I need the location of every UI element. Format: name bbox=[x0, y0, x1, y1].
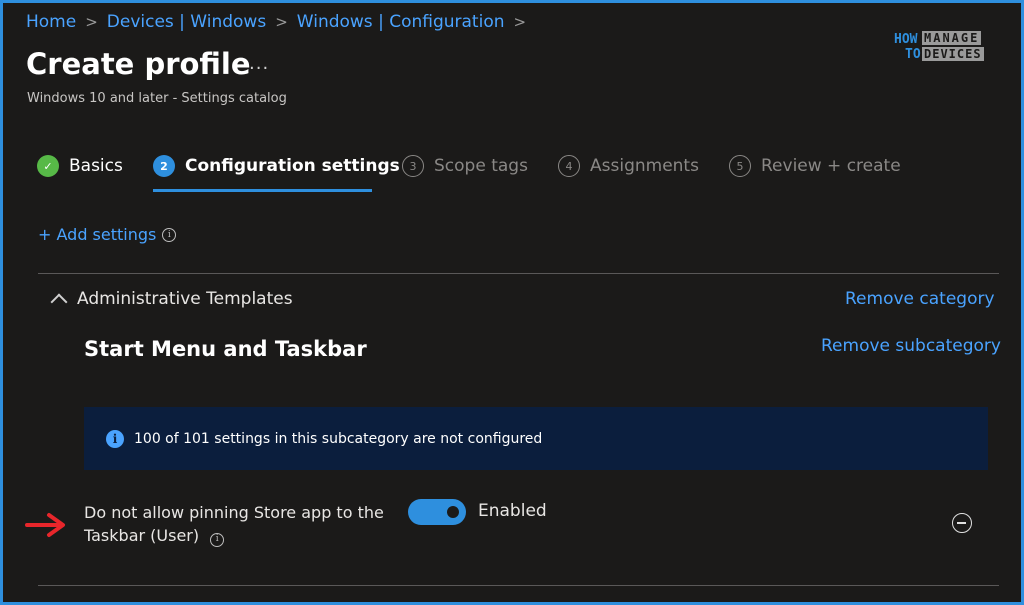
portal-frame: Home > Devices | Windows > Windows | Con… bbox=[0, 0, 1024, 605]
subcategory-title: Start Menu and Taskbar bbox=[84, 337, 367, 361]
breadcrumb-windows-configuration[interactable]: Windows | Configuration bbox=[297, 12, 505, 32]
step-number-badge: 5 bbox=[729, 155, 751, 177]
setting-label-line1: Do not allow pinning Store app to the bbox=[84, 503, 384, 522]
tab-configuration-settings[interactable]: 2 Configuration settings bbox=[153, 155, 400, 177]
logo-to: TO bbox=[905, 47, 921, 62]
tab-scope-tags[interactable]: 3 Scope tags bbox=[402, 155, 528, 177]
toggle-knob bbox=[447, 506, 459, 518]
breadcrumb-devices-windows[interactable]: Devices | Windows bbox=[107, 12, 266, 32]
info-banner-text: 100 of 101 settings in this subcategory … bbox=[134, 430, 543, 447]
category-header[interactable]: Administrative Templates bbox=[50, 289, 293, 311]
info-icon: i bbox=[106, 429, 124, 448]
page-subtitle: Windows 10 and later - Settings catalog bbox=[27, 91, 287, 106]
step-label: Basics bbox=[69, 156, 123, 176]
chevron-right-icon: > bbox=[513, 13, 527, 31]
setting-label-line2: Taskbar (User) bbox=[84, 526, 200, 545]
tab-review-create[interactable]: 5 Review + create bbox=[729, 155, 901, 177]
more-options-button[interactable]: ... bbox=[249, 53, 269, 74]
breadcrumb-home[interactable]: Home bbox=[26, 12, 76, 32]
add-settings-link[interactable]: + Add settings i bbox=[38, 225, 177, 244]
howtomanagedevices-logo: HOW TO MANAGE DEVICES bbox=[890, 30, 996, 66]
tab-basics[interactable]: ✓ Basics bbox=[37, 155, 123, 177]
setting-label: Do not allow pinning Store app to the Ta… bbox=[84, 501, 384, 547]
page-title: Create profile bbox=[26, 47, 251, 81]
active-tab-indicator bbox=[153, 189, 372, 192]
remove-setting-icon[interactable] bbox=[952, 513, 972, 533]
chevron-right-icon: > bbox=[275, 13, 288, 31]
checkmark-icon: ✓ bbox=[37, 155, 59, 177]
chevron-up-icon[interactable] bbox=[50, 293, 68, 311]
setting-toggle[interactable] bbox=[408, 499, 466, 525]
step-label: Configuration settings bbox=[185, 156, 400, 176]
step-label: Assignments bbox=[590, 156, 699, 176]
step-label: Review + create bbox=[761, 156, 901, 176]
toggle-state-label: Enabled bbox=[478, 501, 547, 521]
breadcrumb: Home > Devices | Windows > Windows | Con… bbox=[26, 12, 526, 32]
category-name: Administrative Templates bbox=[77, 289, 293, 309]
info-banner: i 100 of 101 settings in this subcategor… bbox=[84, 407, 988, 470]
add-settings-label: + Add settings bbox=[38, 225, 157, 244]
chevron-right-icon: > bbox=[85, 13, 98, 31]
logo-how: HOW bbox=[894, 32, 918, 47]
step-number-badge: 2 bbox=[153, 155, 175, 177]
divider bbox=[38, 273, 999, 274]
remove-category-link[interactable]: Remove category bbox=[845, 289, 995, 309]
tab-assignments[interactable]: 4 Assignments bbox=[558, 155, 699, 177]
info-icon[interactable]: i bbox=[210, 532, 225, 547]
divider bbox=[38, 585, 999, 586]
logo-manage: MANAGE bbox=[922, 31, 982, 45]
setting-label-line2-row: Taskbar (User) i bbox=[84, 524, 384, 547]
step-label: Scope tags bbox=[434, 156, 528, 176]
step-number-badge: 4 bbox=[558, 155, 580, 177]
remove-subcategory-link[interactable]: Remove subcategory bbox=[821, 336, 1001, 356]
info-icon[interactable]: i bbox=[162, 227, 177, 242]
red-arrow-icon bbox=[25, 513, 65, 537]
logo-devices: DEVICES bbox=[922, 47, 984, 61]
step-number-badge: 3 bbox=[402, 155, 424, 177]
